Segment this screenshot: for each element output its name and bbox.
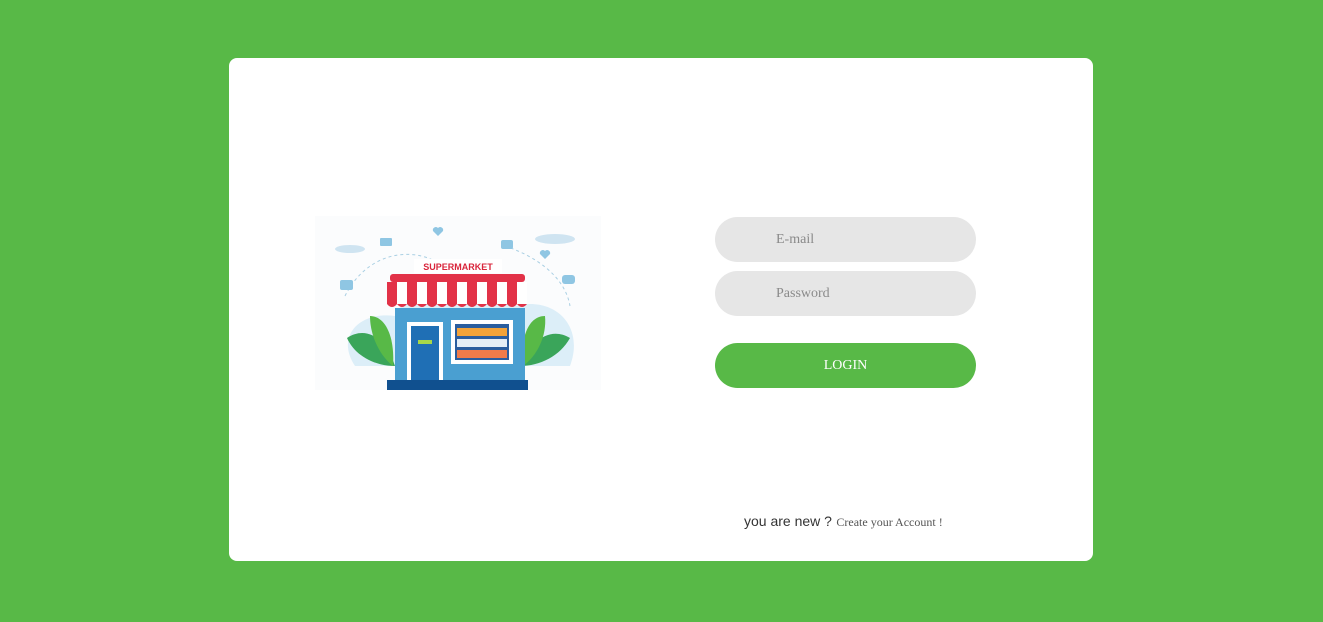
login-form: LOGIN xyxy=(715,217,976,388)
login-button[interactable]: LOGIN xyxy=(715,343,976,388)
signup-prompt-row: you are new ? Create your Account ! xyxy=(744,513,943,531)
login-card: SUPERMARKET E-mail LOGIN you are new ? C… xyxy=(229,58,1093,561)
signup-prompt-text: you are new ? xyxy=(744,513,832,529)
create-account-link[interactable]: Create your Account ! xyxy=(836,515,942,529)
svg-text:SUPERMARKET: SUPERMARKET xyxy=(423,262,493,272)
email-field[interactable] xyxy=(715,217,976,262)
supermarket-illustration: SUPERMARKET xyxy=(315,216,601,390)
password-field[interactable] xyxy=(715,271,976,316)
supermarket-icon: SUPERMARKET xyxy=(335,227,575,390)
